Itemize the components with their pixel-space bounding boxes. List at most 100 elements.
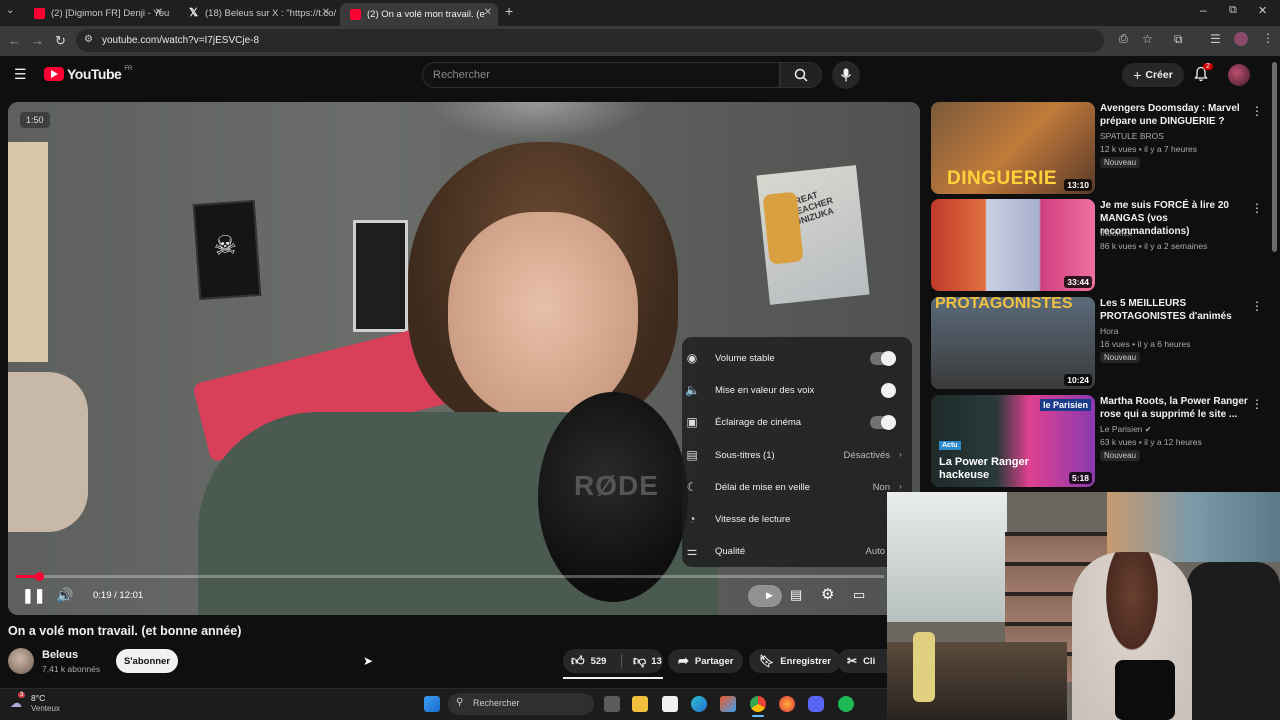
more-options-icon[interactable]: ⋮	[1251, 104, 1263, 118]
discord-icon[interactable]	[808, 696, 824, 712]
reading-list-icon[interactable]: ☰	[1210, 32, 1221, 46]
video-thumbnail[interactable]: PROTAGONISTES 10:24	[931, 297, 1095, 389]
reload-icon[interactable]: ↻	[55, 33, 66, 49]
notepad-icon[interactable]	[662, 696, 678, 712]
close-window-icon[interactable]: ✕	[1258, 4, 1267, 17]
video-title: Les 5 MEILLEURS PROTAGONISTES d'animés	[1100, 298, 1232, 322]
theater-mode-icon[interactable]: ▭	[853, 587, 865, 603]
subscribe-button[interactable]: S'abonner	[116, 649, 178, 673]
stable-volume-icon: ◉	[686, 351, 698, 365]
video-thumbnail[interactable]: DINGUERIE 13:10	[931, 102, 1095, 194]
sleep-timer-icon: ☾	[686, 480, 698, 494]
share-button[interactable]: ➦ Partager	[668, 649, 744, 673]
dislike-button[interactable]: 👎︎ 13	[628, 653, 662, 669]
weather-alert-badge: 3	[18, 692, 26, 698]
setting-playback-speed[interactable]: ◔ Vitesse de lecture 1	[682, 508, 912, 532]
address-bar[interactable]: ⚙ youtube.com/watch?v=I7jESVCje-8 ⎙ ☆	[76, 29, 1153, 52]
bookmark-star-icon[interactable]: ☆	[1142, 32, 1153, 46]
page-scrollbar-thumb[interactable]	[1272, 62, 1277, 252]
close-tab-icon[interactable]: ✕	[155, 7, 163, 18]
spotify-icon[interactable]	[838, 696, 854, 712]
browser-menu-icon[interactable]: ⋮	[1262, 31, 1274, 45]
pause-icon[interactable]: ❚❚	[22, 587, 45, 604]
recommended-video[interactable]: DINGUERIE 13:10 Avengers Doomsday : Marv…	[931, 102, 1271, 196]
bookmark-icon: 🔖︎	[759, 654, 775, 668]
firefox-browser-icon[interactable]	[779, 696, 795, 712]
chrome-browser-icon[interactable]	[750, 696, 766, 712]
extensions-icon[interactable]: ⧉	[1174, 32, 1183, 47]
save-label: Enregistrer	[780, 655, 831, 667]
voice-search-button[interactable]	[832, 61, 860, 89]
file-explorer-icon[interactable]	[632, 696, 648, 712]
search-input[interactable]: Rechercher	[422, 62, 780, 88]
microsoft-store-icon[interactable]	[720, 696, 736, 712]
setting-ambient-mode[interactable]: ▣ Éclairage de cinéma	[682, 411, 912, 435]
new-tab-icon[interactable]: +	[505, 3, 513, 19]
channel-name: SPATULE BROS	[1100, 131, 1164, 141]
account-avatar[interactable]	[1228, 64, 1250, 86]
progress-bar-track[interactable]	[16, 572, 884, 581]
video-title: On a volé mon travail. (et bonne année)	[8, 624, 242, 638]
webcam-window	[887, 492, 1007, 622]
voice-boost-toggle[interactable]	[870, 383, 896, 398]
restore-window-icon[interactable]: ⧉	[1229, 4, 1237, 17]
channel-name[interactable]: Beleus	[42, 649, 78, 661]
setting-sleep-timer[interactable]: ☾ Délai de mise en veille Non ›	[682, 476, 912, 500]
autoplay-toggle[interactable]: ▶	[748, 585, 782, 607]
more-options-icon[interactable]: ⋮	[1251, 397, 1263, 411]
tab-list-chevron-icon[interactable]: ⌄	[6, 5, 14, 16]
volume-icon[interactable]: 🔊	[56, 587, 73, 604]
hamburger-menu-icon[interactable]: ☰	[14, 66, 27, 83]
back-icon[interactable]: ←	[8, 33, 21, 48]
recommended-video[interactable]: 33:44 Je me suis FORCÉ à lire 20 MANGAS …	[931, 199, 1271, 293]
notifications-button[interactable]: 2	[1193, 63, 1213, 84]
search-button[interactable]	[780, 62, 822, 88]
minimize-window-icon[interactable]: –	[1200, 3, 1207, 17]
save-button[interactable]: 🔖︎ Enregistrer	[749, 649, 841, 673]
youtube-logo[interactable]: YouTube FR	[44, 66, 132, 82]
taskbar-search-placeholder: Rechercher	[473, 698, 520, 708]
video-duration: 10:24	[1064, 374, 1092, 386]
close-tab-icon[interactable]: ✕	[322, 7, 330, 18]
channel-name: Le Parisien ✔	[1100, 424, 1152, 434]
ambient-mode-toggle[interactable]	[870, 415, 896, 430]
weather-widget[interactable]: ☁ 3 8°C Venteux	[8, 692, 68, 716]
thumbs-up-icon: 👍︎	[571, 653, 585, 668]
more-options-icon[interactable]: ⋮	[1251, 299, 1263, 313]
forward-icon[interactable]: →	[31, 33, 44, 48]
setting-voice-boost[interactable]: 🔈 Mise en valeur des voix	[682, 379, 912, 403]
task-view-icon[interactable]	[604, 696, 620, 712]
recommended-video[interactable]: PROTAGONISTES 10:24 Les 5 MEILLEURS PROT…	[931, 297, 1271, 391]
close-tab-icon[interactable]: ✕	[484, 7, 492, 18]
url-text: youtube.com/watch?v=I7jESVCje-8	[102, 35, 260, 46]
video-thumbnail[interactable]: le Parisien Actu La Power Ranger hackeus…	[931, 395, 1095, 487]
x-favicon-icon: 𝕏	[189, 6, 198, 19]
recommended-video[interactable]: le Parisien Actu La Power Ranger hackeus…	[931, 395, 1271, 489]
channel-avatar[interactable]	[8, 648, 34, 674]
video-frame-left-figure	[8, 372, 88, 532]
setting-subtitles[interactable]: ▤ Sous-titres (1) Désactivés ›	[682, 444, 912, 468]
video-thumbnail[interactable]: 33:44	[931, 199, 1095, 291]
windows-start-icon[interactable]	[424, 696, 440, 712]
video-stats: 63 k vues • il y a 12 heures	[1100, 437, 1202, 447]
setting-quality[interactable]: ⚌ Qualité Auto (720p	[682, 540, 912, 564]
setting-stable-volume[interactable]: ◉ Volume stable	[682, 347, 912, 371]
progress-scrubber-handle[interactable]	[34, 572, 44, 581]
site-info-icon[interactable]: ⚙	[84, 34, 93, 45]
tab-title: (2) [Digimon FR] Denji - YouTube	[51, 7, 169, 19]
settings-gear-icon[interactable]: ⚙	[821, 585, 834, 603]
more-options-icon[interactable]: ⋮	[1251, 201, 1263, 215]
edge-browser-icon[interactable]	[691, 696, 707, 712]
subtitles-button-icon[interactable]: ▤	[790, 587, 802, 603]
browser-tab-active[interactable]: (2) On a volé mon travail. (e ✕	[340, 3, 498, 26]
create-button[interactable]: + Créer	[1122, 63, 1184, 87]
stable-volume-toggle[interactable]	[870, 351, 896, 366]
taskbar-search-box[interactable]: ⚲ Rechercher	[448, 693, 594, 715]
install-app-icon[interactable]: ⎙	[1119, 33, 1128, 46]
clip-button[interactable]: ✂ Cli	[837, 649, 887, 673]
like-button[interactable]: 👍︎ 529	[563, 653, 615, 669]
profile-avatar[interactable]	[1234, 32, 1248, 46]
browser-tab[interactable]: 𝕏 (18) Beleus sur X : "https://t.co/ ✕	[178, 3, 336, 23]
player-settings-menu: ◉ Volume stable 🔈 Mise en valeur des voi…	[682, 337, 912, 567]
browser-tab[interactable]: (2) [Digimon FR] Denji - YouTube ✕	[24, 3, 169, 23]
